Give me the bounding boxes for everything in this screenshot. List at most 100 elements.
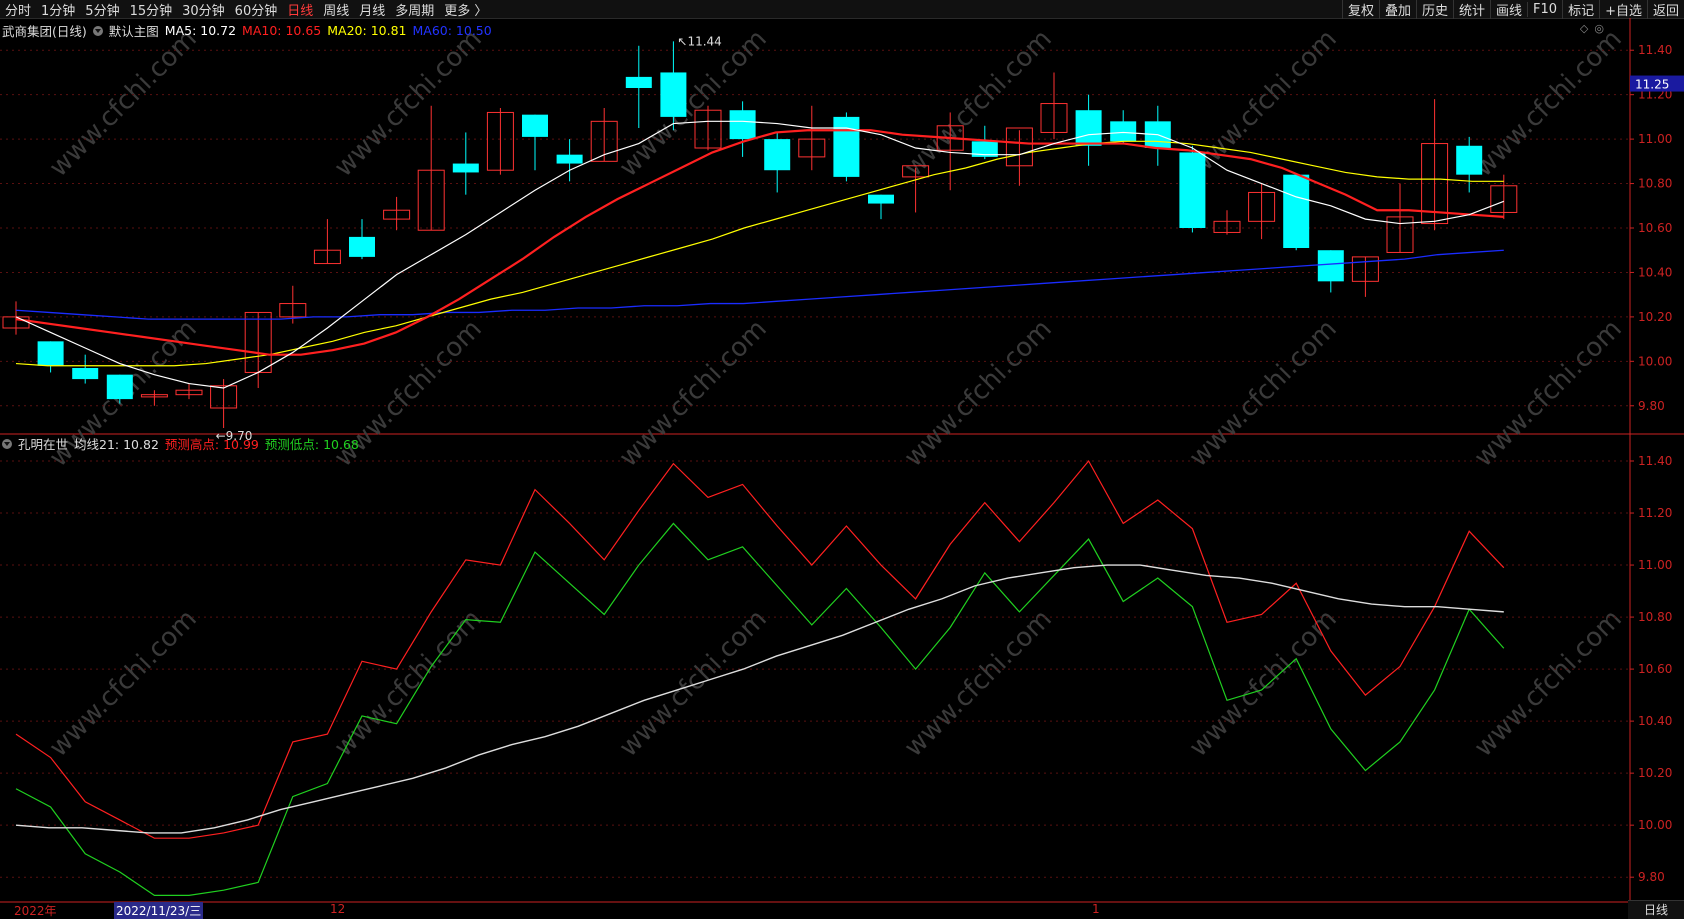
period-tab-2[interactable]: 5分钟	[80, 0, 124, 19]
tool-button-5[interactable]: F10	[1527, 1, 1562, 17]
candle-body	[556, 154, 583, 164]
candle-body	[1075, 110, 1102, 146]
high-marker: ↖11.44	[677, 34, 721, 48]
candle-body	[1317, 250, 1344, 282]
watermark-text: www.cfchi.com	[1184, 24, 1343, 183]
period-tab-8[interactable]: 月线	[354, 0, 390, 19]
period-tab-7[interactable]: 周线	[318, 0, 354, 19]
watermark-text: www.cfchi.com	[1184, 314, 1343, 473]
period-tab-1[interactable]: 1分钟	[36, 0, 80, 19]
stock-title[interactable]: 武商集团(日线)	[2, 21, 87, 40]
period-tabs: 分时 1分钟 5分钟 15分钟 30分钟 60分钟 日线 周线 月线 多周期 更多 〉	[0, 0, 492, 19]
main-tick-label: 11.40	[1638, 43, 1672, 57]
candle-body	[660, 72, 687, 117]
candle-body	[833, 116, 860, 177]
candle-body	[729, 110, 756, 140]
watermark-text: www.cfchi.com	[44, 24, 203, 183]
year-label: 2022年	[14, 904, 57, 918]
watermark-text: www.cfchi.com	[614, 314, 773, 473]
sub-tick-label: 10.40	[1638, 714, 1672, 728]
candle-body	[349, 236, 375, 257]
main-tick-label: 10.80	[1638, 177, 1672, 191]
indicator-name[interactable]: 孔明在世	[18, 434, 68, 453]
ma60-label: MA60: 10.50	[412, 23, 492, 38]
candle-body	[522, 114, 548, 137]
template-name[interactable]: 默认主图	[109, 21, 159, 40]
watermark-text: www.cfchi.com	[1469, 604, 1628, 763]
sub-tick-label: 11.00	[1638, 558, 1672, 572]
tool-buttons: 复权 叠加 历史 统计 画线 F10 标记 +自选 返回	[1341, 0, 1684, 19]
main-tick-label: 10.60	[1638, 221, 1672, 235]
main-tick-label: 10.00	[1638, 354, 1672, 368]
ma5-label: MA5: 10.72	[164, 23, 237, 38]
sub-tick-label: 10.00	[1638, 818, 1672, 832]
watermark-text: www.cfchi.com	[899, 604, 1058, 763]
cursor-date: 2022/11/23/三	[114, 902, 204, 919]
indicator-dropdown-icon[interactable]	[2, 438, 12, 449]
diamond-icon[interactable]: ◇	[1580, 22, 1588, 35]
main-tick-label: 10.40	[1638, 265, 1672, 279]
candle-body	[1456, 145, 1483, 175]
period-tab-3[interactable]: 15分钟	[125, 0, 178, 19]
sub-tick-label: 11.20	[1638, 506, 1672, 520]
watermark-text: www.cfchi.com	[44, 604, 203, 763]
pred-high-label: 预测高点: 10.99	[164, 437, 259, 452]
candle-body	[868, 194, 894, 204]
period-tab-5[interactable]: 60分钟	[230, 0, 283, 19]
tool-button-8[interactable]: 返回	[1646, 0, 1684, 19]
sub-legend: 孔明在世 均线21: 10.82 预测高点: 10.99 预测低点: 10.68	[2, 434, 359, 453]
ma5-line	[15, 120, 1505, 389]
main-tick-label: 9.80	[1638, 399, 1665, 413]
template-dropdown-icon[interactable]	[92, 25, 103, 36]
sub-tick-label: 10.20	[1638, 766, 1672, 780]
period-tab-daily[interactable]: 日线	[1628, 900, 1684, 919]
month-12-label: 12	[330, 902, 346, 916]
period-tab-0[interactable]: 分时	[0, 0, 36, 19]
main-tick-label: 11.00	[1638, 132, 1672, 146]
period-tab-9[interactable]: 多周期	[390, 0, 439, 19]
watermark-text: www.cfchi.com	[1469, 314, 1628, 473]
settings-icon[interactable]: ◎	[1594, 22, 1604, 35]
chart-controls: ◇ ◎	[1580, 22, 1604, 35]
candle-body	[452, 163, 479, 173]
tool-button-4[interactable]: 画线	[1490, 0, 1527, 19]
watermark-text: www.cfchi.com	[899, 314, 1058, 473]
tool-button-0[interactable]: 复权	[1341, 0, 1379, 19]
main-tick-label: 10.20	[1638, 310, 1672, 324]
pred-low-line	[15, 522, 1505, 896]
watermark-text: www.cfchi.com	[329, 24, 488, 183]
candle-body	[72, 368, 99, 380]
period-tab-10[interactable]: 更多 〉	[439, 0, 492, 19]
avg21-label: 均线21: 10.82	[74, 437, 159, 452]
tool-button-7[interactable]: +自选	[1599, 0, 1647, 19]
ma60-line	[15, 249, 1504, 320]
candle-body	[1110, 121, 1137, 142]
candle-body	[1283, 174, 1310, 248]
period-tab-6[interactable]: 日线	[282, 0, 318, 19]
sub-tick-label: 11.40	[1638, 454, 1672, 468]
watermark-text: www.cfchi.com	[899, 24, 1058, 183]
tool-button-2[interactable]: 历史	[1415, 0, 1453, 19]
kline-chart[interactable]: www.cfchi.com www.cfchi.com www.cfchi.com w…	[0, 18, 1684, 919]
candle-body	[764, 139, 791, 171]
ma10-line	[15, 129, 1504, 356]
main-legend: 武商集团(日线) 默认主图 MA5: 10.72 MA10: 10.65 MA2…	[2, 21, 492, 40]
watermark-text: www.cfchi.com	[614, 604, 773, 763]
ma10-label: MA10: 10.65	[242, 23, 322, 38]
tool-button-6[interactable]: 标记	[1562, 0, 1599, 19]
sub-tick-label: 10.60	[1638, 662, 1672, 676]
month-1-label: 1	[1092, 902, 1100, 916]
candle-body	[1179, 152, 1206, 228]
tool-button-3[interactable]: 统计	[1453, 0, 1490, 19]
watermark-text: www.cfchi.com	[1469, 24, 1628, 183]
current-price-label: 11.25	[1635, 78, 1669, 92]
candle-body	[37, 341, 64, 366]
period-toolbar: 分时 1分钟 5分钟 15分钟 30分钟 60分钟 日线 周线 月线 多周期 更多 〉 复权 叠加 历史…	[0, 0, 1684, 19]
tool-button-1[interactable]: 叠加	[1378, 0, 1416, 19]
avg21-line	[15, 564, 1504, 834]
sub-tick-label: 9.80	[1638, 870, 1665, 884]
pred-low-label: 预测低点: 10.68	[264, 437, 359, 452]
ma20-label: MA20: 10.81	[327, 23, 407, 38]
watermark-text: www.cfchi.com	[329, 604, 488, 763]
period-tab-4[interactable]: 30分钟	[177, 0, 230, 19]
